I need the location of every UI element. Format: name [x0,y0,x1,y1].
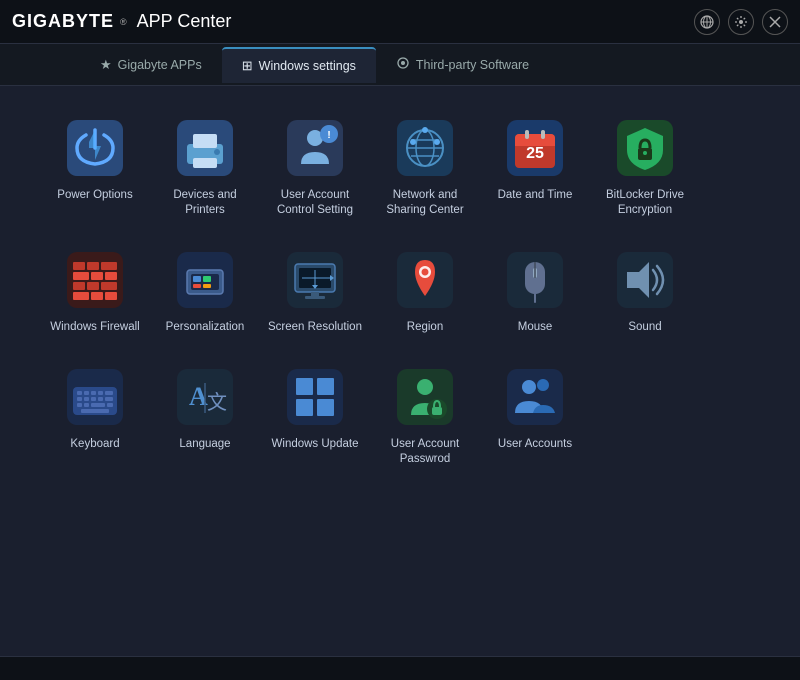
bitlocker-icon [613,116,677,180]
app-bitlocker[interactable]: BitLocker Drive Encryption [590,106,700,228]
app-user-accounts[interactable]: User Accounts [480,355,590,477]
windows-firewall-icon [63,248,127,312]
star-icon: ★ [100,57,112,73]
svg-text:25: 25 [526,145,544,162]
globe-button[interactable] [694,9,720,35]
window-controls [694,9,788,35]
windows-update-icon [283,365,347,429]
dot-icon [396,56,410,73]
app-language[interactable]: A 文 Language [150,355,260,477]
tab-gigabyte-apps-label: Gigabyte APPs [118,58,202,72]
tab-third-party-label: Third-party Software [416,58,529,72]
mouse-icon [503,248,567,312]
mouse-label: Mouse [518,320,553,335]
tab-windows-settings-label: Windows settings [259,59,356,73]
apps-grid: Power Options Devices and Printers [40,106,760,477]
app-power-options[interactable]: Power Options [40,106,150,228]
language-label: Language [179,437,230,452]
settings-button[interactable] [728,9,754,35]
language-icon: A 文 [173,365,237,429]
keyboard-label: Keyboard [70,437,119,452]
personalization-icon [173,248,237,312]
bitlocker-label: BitLocker Drive Encryption [595,188,695,218]
app-uac[interactable]: ! User Account Control Setting [260,106,370,228]
app-windows-firewall[interactable]: Windows Firewall [40,238,150,345]
screen-resolution-label: Screen Resolution [268,320,362,335]
app-region[interactable]: Region [370,238,480,345]
app-personalization[interactable]: Personalization [150,238,260,345]
tab-bar: ★ Gigabyte APPs ⊞ Windows settings Third… [0,44,800,86]
tab-gigabyte-apps[interactable]: ★ Gigabyte APPs [80,47,222,83]
app-date-time[interactable]: 25 Date and Time [480,106,590,228]
network-sharing-label: Network and Sharing Center [375,188,475,218]
app-mouse[interactable]: Mouse [480,238,590,345]
app-devices-printers[interactable]: Devices and Printers [150,106,260,228]
screen-resolution-icon [283,248,347,312]
region-label: Region [407,320,443,335]
app-user-account-password[interactable]: User Account Passwrod [370,355,480,477]
windows-firewall-label: Windows Firewall [50,320,139,335]
devices-printers-icon [173,116,237,180]
main-content: Power Options Devices and Printers [0,86,800,497]
app-network-sharing[interactable]: Network and Sharing Center [370,106,480,228]
app-keyboard[interactable]: Keyboard [40,355,150,477]
power-options-icon [63,116,127,180]
date-time-icon: 25 [503,116,567,180]
close-button[interactable] [762,9,788,35]
grid-icon: ⊞ [242,58,253,74]
network-sharing-icon [393,116,457,180]
keyboard-icon [63,365,127,429]
uac-label: User Account Control Setting [265,188,365,218]
devices-printers-label: Devices and Printers [155,188,255,218]
tab-windows-settings[interactable]: ⊞ Windows settings [222,47,376,83]
power-options-label: Power Options [57,188,132,203]
app-sound[interactable]: Sound [590,238,700,345]
tab-third-party[interactable]: Third-party Software [376,47,549,83]
brand-name: GIGABYTE [12,11,114,32]
titlebar: GIGABYTE ® APP Center [0,0,800,44]
user-accounts-icon [503,365,567,429]
svg-text:!: ! [327,130,330,141]
app-screen-resolution[interactable]: Screen Resolution [260,238,370,345]
user-account-password-label: User Account Passwrod [375,437,475,467]
svg-text:文: 文 [207,391,227,414]
date-time-label: Date and Time [498,188,573,203]
status-bar [0,656,800,680]
windows-update-label: Windows Update [272,437,359,452]
user-account-password-icon [393,365,457,429]
uac-icon: ! [283,116,347,180]
sound-label: Sound [628,320,661,335]
region-icon [393,248,457,312]
sound-icon [613,248,677,312]
brand-sup: ® [120,17,127,27]
personalization-label: Personalization [166,320,245,335]
app-title: APP Center [137,11,232,32]
app-logo: GIGABYTE ® APP Center [12,11,231,32]
user-accounts-label: User Accounts [498,437,572,452]
app-windows-update[interactable]: Windows Update [260,355,370,477]
